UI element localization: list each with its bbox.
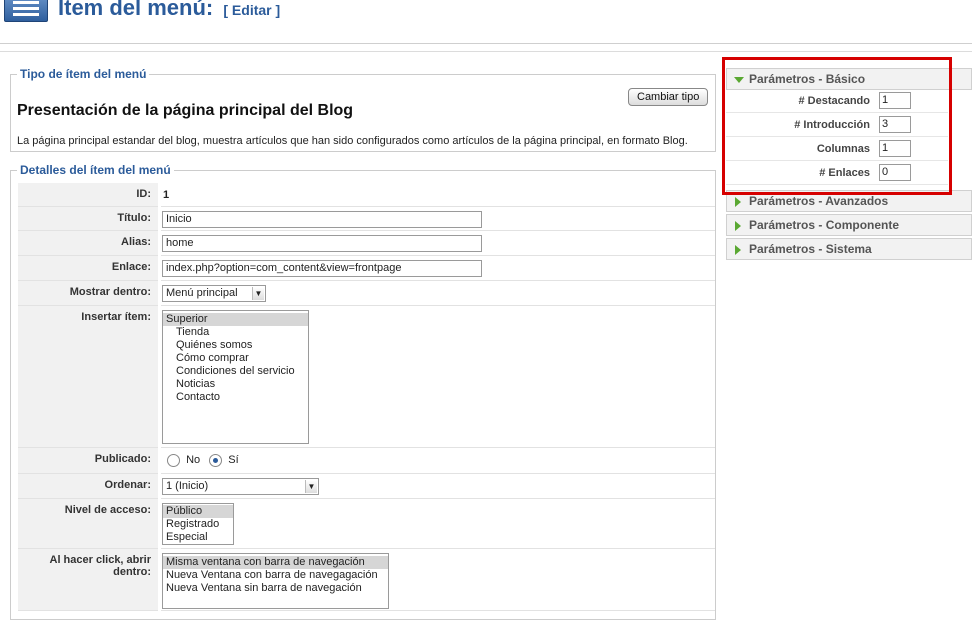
- params-system-title: Parámetros - Sistema: [749, 242, 872, 256]
- order-value: 1 (Inicio): [166, 480, 209, 492]
- menu-item-icon: [4, 0, 48, 22]
- highlight-box: [722, 57, 952, 195]
- published-row: Publicado: No Sí: [18, 448, 715, 474]
- title-input[interactable]: Inicio: [162, 211, 482, 228]
- triangle-right-icon: [735, 221, 741, 231]
- page-title-edit: [ Editar ]: [223, 2, 281, 18]
- link-label: Enlace:: [18, 256, 158, 281]
- title-row: Título: Inicio: [18, 207, 715, 231]
- list-item[interactable]: Público: [163, 505, 233, 518]
- page-header: Ítem del menú: [ Editar ]: [0, 0, 972, 44]
- insert-item-row: Insertar ítem: Superior Tienda Quiénes s…: [18, 306, 715, 448]
- menu-item-type-fieldset: Tipo de ítem del menú Cambiar tipo Prese…: [10, 67, 716, 152]
- access-row: Nivel de acceso: Público Registrado Espe…: [18, 499, 715, 549]
- id-value: 1: [163, 189, 170, 201]
- params-advanced-title: Parámetros - Avanzados: [749, 194, 889, 208]
- published-yes-radio[interactable]: [209, 454, 223, 467]
- menu-item-type-legend: Tipo de ítem del menú: [17, 67, 150, 81]
- on-click-label-line1: Al hacer click, abrir: [49, 554, 152, 566]
- list-item[interactable]: Condiciones del servicio: [163, 365, 308, 378]
- list-item[interactable]: Nueva Ventana sin barra de navegación: [163, 582, 388, 595]
- on-click-label-line2: dentro:: [113, 566, 151, 578]
- alias-label: Alias:: [18, 231, 158, 256]
- menu-item-details-legend: Detalles del ítem del menú: [17, 163, 174, 177]
- list-item[interactable]: Contacto: [163, 391, 308, 404]
- published-no-label: No: [186, 454, 201, 467]
- list-item[interactable]: Quiénes somos: [163, 339, 308, 352]
- alias-input[interactable]: home: [162, 235, 482, 252]
- page-title-text: Ítem del menú:: [58, 0, 214, 20]
- link-row: Enlace: index.php?option=com_content&vie…: [18, 256, 715, 281]
- access-listbox[interactable]: Público Registrado Especial: [162, 503, 234, 545]
- divider: [0, 51, 972, 52]
- params-component-toggle[interactable]: Parámetros - Componente: [726, 214, 972, 236]
- insert-item-label: Insertar ítem:: [18, 306, 158, 448]
- list-item[interactable]: Cómo comprar: [163, 352, 308, 365]
- access-label: Nivel de acceso:: [18, 499, 158, 549]
- show-in-row: Mostrar dentro: Menú principal ▼: [18, 281, 715, 306]
- on-click-label: Al hacer click, abrir dentro:: [18, 549, 158, 611]
- list-item[interactable]: Misma ventana con barra de navegación: [163, 556, 388, 569]
- order-label: Ordenar:: [18, 474, 158, 499]
- menu-item-type-description: La página principal estandar del blog, m…: [17, 135, 688, 147]
- list-item[interactable]: Tienda: [163, 326, 308, 339]
- published-no-radio[interactable]: [167, 454, 180, 467]
- published-label: Publicado:: [18, 448, 158, 474]
- chevron-down-icon: ▼: [305, 480, 317, 493]
- order-row: Ordenar: 1 (Inicio) ▼: [18, 474, 715, 499]
- list-item[interactable]: Especial: [163, 531, 233, 544]
- menu-item-type-title: Presentación de la página principal del …: [17, 102, 354, 119]
- id-label: ID:: [18, 183, 158, 207]
- triangle-right-icon: [735, 245, 741, 255]
- menu-item-details-fieldset: Detalles del ítem del menú ID: 1 Título:…: [10, 163, 716, 620]
- show-in-value: Menú principal: [166, 287, 238, 299]
- on-click-listbox[interactable]: Misma ventana con barra de navegación Nu…: [162, 553, 389, 609]
- show-in-select[interactable]: Menú principal ▼: [162, 285, 266, 302]
- insert-item-listbox[interactable]: Superior Tienda Quiénes somos Cómo compr…: [162, 310, 309, 444]
- id-row: ID: 1: [18, 183, 715, 207]
- triangle-right-icon: [735, 197, 741, 207]
- on-click-row: Al hacer click, abrir dentro: Misma vent…: [18, 549, 715, 611]
- params-system-toggle[interactable]: Parámetros - Sistema: [726, 238, 972, 260]
- chevron-down-icon: ▼: [252, 287, 264, 300]
- title-label: Título:: [18, 207, 158, 231]
- list-item[interactable]: Registrado: [163, 518, 233, 531]
- list-item[interactable]: Noticias: [163, 378, 308, 391]
- list-item[interactable]: Nueva Ventana con barra de navegagación: [163, 569, 388, 582]
- page-title: Ítem del menú: [ Editar ]: [58, 0, 280, 21]
- order-select[interactable]: 1 (Inicio) ▼: [162, 478, 319, 495]
- params-component-title: Parámetros - Componente: [749, 218, 900, 232]
- change-type-button[interactable]: Cambiar tipo: [628, 88, 709, 106]
- link-input[interactable]: index.php?option=com_content&view=frontp…: [162, 260, 482, 277]
- show-in-label: Mostrar dentro:: [18, 281, 158, 306]
- list-item[interactable]: Superior: [163, 313, 308, 326]
- alias-row: Alias: home: [18, 231, 715, 256]
- published-yes-label: Sí: [228, 454, 239, 467]
